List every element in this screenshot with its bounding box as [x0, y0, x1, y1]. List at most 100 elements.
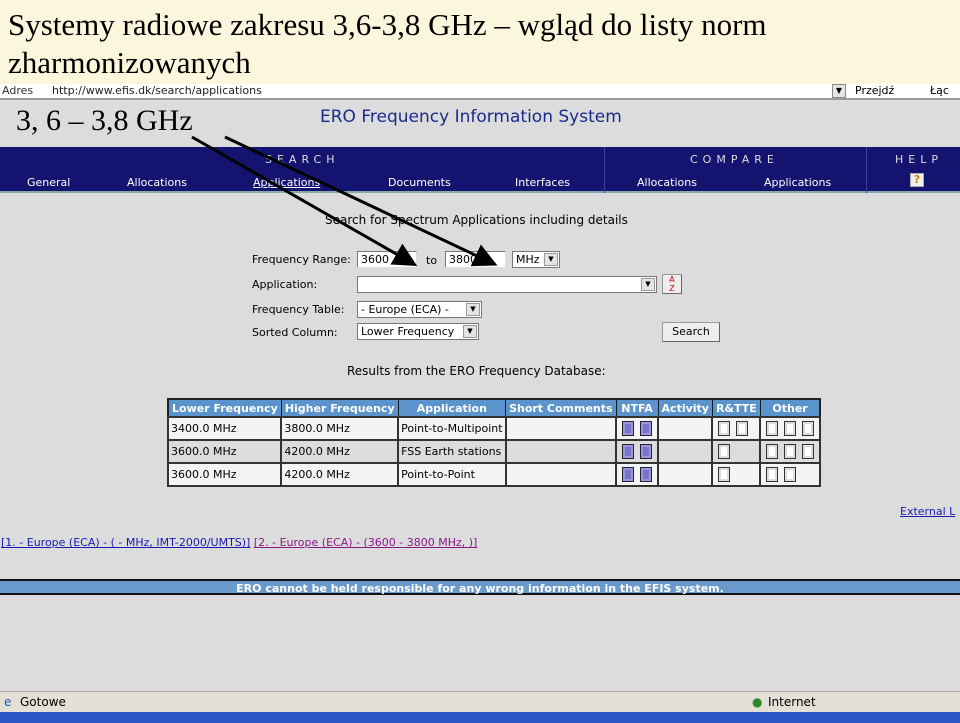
- other-document-icon[interactable]: [766, 421, 779, 436]
- frequency-table-value: - Europe (ECA) -: [361, 303, 449, 316]
- disclaimer: ERO cannot be held responsible for any w…: [0, 579, 960, 595]
- cell-rtte: [711, 439, 762, 464]
- unit-value: MHz: [516, 253, 540, 266]
- search-button[interactable]: Search: [662, 322, 720, 342]
- form-title: Search for Spectrum Applications includi…: [325, 213, 628, 227]
- cell-other: [759, 462, 822, 487]
- cell-other: [759, 416, 822, 441]
- column-header[interactable]: Higher Frequency: [280, 398, 399, 418]
- address-bar: Adres http://www.efis.dk/search/applicat…: [0, 83, 960, 100]
- nav-interfaces[interactable]: Interfaces: [515, 176, 570, 189]
- cell-rtte: [711, 416, 762, 441]
- taskbar: [0, 712, 960, 723]
- cell-lower: 3600.0 MHz: [166, 462, 283, 487]
- cell-application: Point-to-Multipoint: [397, 416, 507, 441]
- nav-compare-applications[interactable]: Applications: [764, 176, 831, 189]
- footnote-link-2[interactable]: [2. - Europe (ECA) - (3600 - 3800 MHz, )…: [254, 536, 477, 549]
- chevron-down-icon: ▼: [544, 253, 558, 266]
- nav-general[interactable]: General: [27, 176, 70, 189]
- other-document-icon[interactable]: [802, 421, 815, 436]
- cell-activity: [657, 462, 714, 487]
- search-heading: SEARCH: [265, 153, 340, 166]
- ntfa-document-icon[interactable]: [622, 444, 635, 459]
- cell-lower: 3400.0 MHz: [166, 416, 283, 441]
- nav-documents[interactable]: Documents: [388, 176, 451, 189]
- ntfa-document-icon[interactable]: [640, 467, 653, 482]
- url-field[interactable]: http://www.efis.dk/search/applications: [52, 84, 262, 97]
- frequency-range-label: Frequency Range:: [252, 253, 351, 266]
- frequency-table-select[interactable]: - Europe (ECA) - ▼: [357, 301, 482, 318]
- ntfa-document-icon[interactable]: [640, 421, 653, 436]
- external-link[interactable]: External L: [900, 505, 955, 518]
- other-document-icon[interactable]: [784, 444, 797, 459]
- address-label: Adres: [2, 84, 34, 97]
- column-header[interactable]: Lower Frequency: [167, 398, 282, 418]
- main-nav: SEARCH COMPARE HELP General Allocations …: [0, 147, 960, 193]
- cell-ntfa: [615, 416, 660, 441]
- frequency-to-input[interactable]: 3800: [445, 251, 506, 268]
- go-button[interactable]: Przejdź: [855, 84, 894, 97]
- results-title: Results from the ERO Frequency Database:: [347, 364, 606, 378]
- frequency-from-input[interactable]: 3600: [357, 251, 417, 268]
- other-document-icon[interactable]: [766, 444, 779, 459]
- footnote-link-1[interactable]: [1. - Europe (ECA) - ( - MHz, IMT-2000/U…: [1, 536, 250, 549]
- results-table: Lower Frequency Higher Frequency Applicati…: [166, 398, 822, 487]
- other-document-icon[interactable]: [766, 467, 779, 482]
- sort-az-icon[interactable]: AZ: [662, 274, 682, 294]
- slide-title: Systemy radiowe zakresu 3,6-3,8 GHz – wg…: [0, 0, 960, 84]
- ie-icon: e: [4, 695, 12, 709]
- rtte-document-icon[interactable]: [736, 421, 749, 436]
- sorted-column-select[interactable]: Lower Frequency ▼: [357, 323, 479, 340]
- cell-comments: [504, 416, 618, 441]
- to-label: to: [426, 254, 438, 267]
- cell-higher: 3800.0 MHz: [280, 416, 400, 441]
- frequency-annotation: 3, 6 – 3,8 GHz: [16, 104, 193, 137]
- cell-comments: [504, 439, 618, 464]
- cell-application: Point-to-Point: [397, 462, 507, 487]
- column-header[interactable]: R&TTE: [711, 398, 761, 418]
- application-select[interactable]: ▼: [357, 276, 657, 293]
- footnote-links: [1. - Europe (ECA) - ( - MHz, IMT-2000/U…: [1, 536, 477, 549]
- cell-activity: [657, 439, 714, 464]
- chevron-down-icon: ▼: [466, 303, 480, 316]
- cell-ntfa: [615, 439, 660, 464]
- nav-applications[interactable]: Applications: [253, 176, 320, 189]
- column-header[interactable]: Other: [759, 398, 821, 418]
- help-icon[interactable]: ?: [910, 173, 924, 187]
- ntfa-document-icon[interactable]: [622, 467, 635, 482]
- application-label: Application:: [252, 278, 318, 291]
- table-row: 3600.0 MHz 4200.0 MHz FSS Earth stations: [166, 439, 822, 464]
- nav-allocations[interactable]: Allocations: [127, 176, 187, 189]
- links-label[interactable]: Łąc: [930, 84, 949, 97]
- globe-icon: ●: [752, 695, 763, 709]
- table-row: 3600.0 MHz 4200.0 MHz Point-to-Point: [166, 462, 822, 487]
- ntfa-document-icon[interactable]: [640, 444, 653, 459]
- chevron-down-icon: ▼: [463, 325, 477, 338]
- nav-compare-allocations[interactable]: Allocations: [637, 176, 697, 189]
- rtte-document-icon[interactable]: [718, 444, 731, 459]
- cell-comments: [504, 462, 618, 487]
- rtte-document-icon[interactable]: [718, 421, 731, 436]
- cell-ntfa: [615, 462, 660, 487]
- cell-other: [759, 439, 822, 464]
- help-heading: HELP: [895, 153, 943, 166]
- cell-application: FSS Earth stations: [397, 439, 507, 464]
- table-row: 3400.0 MHz 3800.0 MHz Point-to-Multipoint: [166, 416, 822, 441]
- address-dropdown[interactable]: ▼: [832, 84, 846, 98]
- compare-heading: COMPARE: [690, 153, 779, 166]
- column-header[interactable]: Short Comments: [505, 398, 617, 418]
- other-document-icon[interactable]: [784, 421, 797, 436]
- cell-activity: [657, 416, 714, 441]
- other-document-icon[interactable]: [802, 444, 815, 459]
- ntfa-document-icon[interactable]: [622, 421, 635, 436]
- chevron-down-icon: ▼: [641, 278, 655, 291]
- rtte-document-icon[interactable]: [718, 467, 731, 482]
- status-bar: e Gotowe ● Internet: [0, 691, 960, 712]
- cell-higher: 4200.0 MHz: [280, 462, 400, 487]
- column-header[interactable]: Application: [397, 398, 507, 418]
- unit-select[interactable]: MHz ▼: [512, 251, 560, 268]
- status-text: Gotowe: [20, 695, 66, 709]
- other-document-icon[interactable]: [784, 467, 797, 482]
- column-header[interactable]: NTFA: [615, 398, 659, 418]
- column-header[interactable]: Activity: [657, 398, 713, 418]
